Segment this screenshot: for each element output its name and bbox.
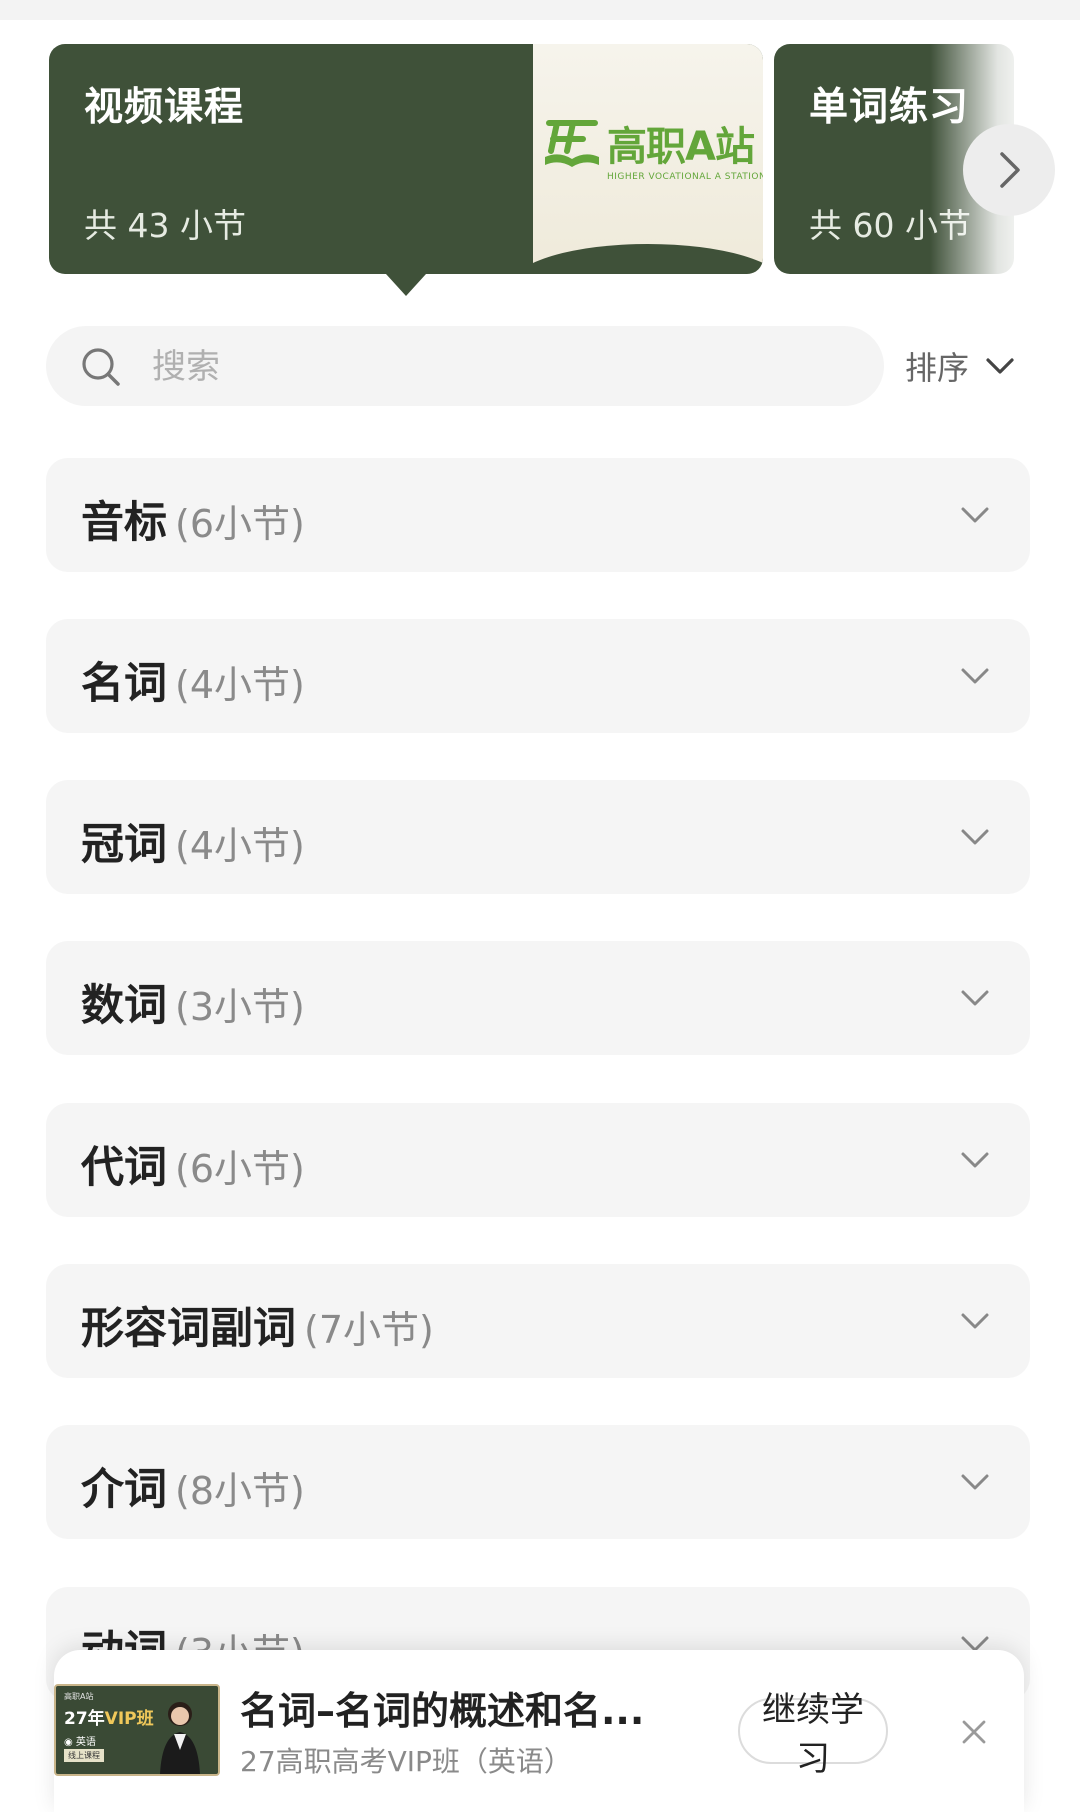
section-pronouns[interactable]: 代词 (6小节): [46, 1103, 1030, 1217]
section-title: 数词: [81, 981, 167, 1031]
status-strip: [0, 0, 1080, 20]
thumb-tag: 线上课程: [64, 1749, 104, 1762]
continue-learning-bar[interactable]: 高职A站 27年VIP班 ◉ 英语 线上课程 名词–名词的概述和名... 27高…: [54, 1650, 1024, 1812]
course-thumbnail: 高职A站 HIGHER VOCATIONAL A STATION: [533, 44, 763, 274]
section-count: (4小节): [175, 663, 305, 707]
chevron-right-icon: [1000, 152, 1020, 188]
course-type-carousel: 视频课程 共 43 小节 高职A站 HIGHER VOCATIONAL A ST…: [0, 44, 1080, 314]
section-adjectives-adverbs[interactable]: 形容词副词 (7小节): [46, 1264, 1030, 1378]
section-title: 音标: [81, 498, 167, 548]
brand-logo: 高职A站 HIGHER VOCATIONAL A STATION: [543, 114, 763, 204]
thumb-brand: 高职A站: [64, 1692, 94, 1701]
card-count: 共 43 小节: [84, 206, 246, 245]
thumb-vip-text: VIP班: [104, 1709, 154, 1729]
thumb-vip-label: 27年VIP班: [64, 1704, 154, 1729]
section-phonetics[interactable]: 音标 (6小节): [46, 458, 1030, 572]
section-title: 介词: [81, 1465, 167, 1515]
thumb-subject: ◉ 英语: [64, 1737, 96, 1748]
section-count: (3小节): [175, 985, 305, 1029]
section-title: 形容词副词: [81, 1304, 296, 1354]
book-logo-icon: [545, 120, 599, 167]
sort-label: 排序: [905, 349, 970, 387]
chevron-down-icon: [961, 829, 989, 845]
card-title: 视频课程: [84, 85, 245, 130]
selected-card-pointer: [386, 274, 426, 296]
lesson-title: 名词–名词的概述和名...: [240, 1689, 645, 1733]
section-title: 名词: [81, 659, 167, 709]
chevron-down-icon: [986, 358, 1014, 374]
search-input[interactable]: [150, 326, 854, 408]
carousel-next-button[interactable]: [963, 124, 1055, 216]
section-prepositions[interactable]: 介词 (8小节): [46, 1425, 1030, 1539]
thumb-vip-prefix: 27年: [64, 1709, 105, 1729]
section-title: 冠词: [81, 820, 167, 870]
course-name: 27高职高考VIP班（英语）: [240, 1745, 572, 1778]
logo-subtitle: HIGHER VOCATIONAL A STATION: [607, 172, 763, 182]
decorative-arc: [533, 244, 763, 274]
chevron-down-icon: [961, 1474, 989, 1490]
chevron-down-icon: [961, 668, 989, 684]
section-count: (4小节): [175, 824, 305, 868]
logo-text: 高职A站: [607, 124, 755, 170]
section-count: (7小节): [304, 1308, 434, 1352]
continue-learning-button[interactable]: 继续学习: [738, 1690, 888, 1779]
section-count: (6小节): [175, 1147, 305, 1191]
search-icon: [82, 348, 120, 386]
search-bar[interactable]: [46, 326, 884, 408]
sort-dropdown[interactable]: 排序: [905, 340, 1015, 392]
course-cover-thumbnail: 高职A站 27年VIP班 ◉ 英语 线上课程: [54, 1684, 220, 1776]
section-count: (6小节): [175, 502, 305, 546]
chevron-down-icon: [961, 1313, 989, 1329]
chevron-down-icon: [961, 1152, 989, 1168]
video-course-card[interactable]: 视频课程 共 43 小节 高职A站 HIGHER VOCATIONAL A ST…: [49, 44, 763, 274]
close-icon[interactable]: [958, 1716, 990, 1748]
teacher-photo-icon: [160, 1702, 200, 1774]
section-count: (8小节): [175, 1469, 305, 1513]
chevron-down-icon: [961, 990, 989, 1006]
section-numerals[interactable]: 数词 (3小节): [46, 941, 1030, 1055]
chevron-down-icon: [961, 507, 989, 523]
section-nouns[interactable]: 名词 (4小节): [46, 619, 1030, 733]
section-title: 代词: [81, 1143, 167, 1193]
section-articles[interactable]: 冠词 (4小节): [46, 780, 1030, 894]
